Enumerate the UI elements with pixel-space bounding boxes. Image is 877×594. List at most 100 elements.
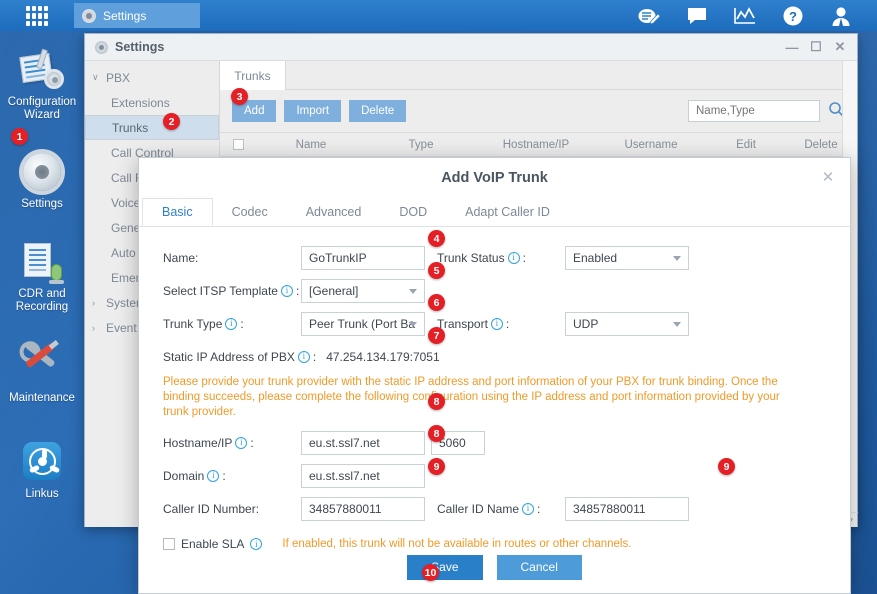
step-badge-9: 9 [718,458,735,475]
static-ip-label: Static IP Address of PBX i: [163,349,317,364]
tab-trunks[interactable]: Trunks [220,61,286,90]
caller-id-number-label: Caller ID Number: [163,501,260,516]
itsp-template-label: Select ITSP Template i: [163,283,300,298]
hostname-input[interactable] [301,430,425,455]
chevron-down-icon [409,288,417,294]
caller-id-name-input[interactable] [565,496,689,521]
tab-basic[interactable]: Basic [142,198,213,226]
dialog-header: Add VoIP Trunk ✕ [139,158,850,198]
transport-select[interactable]: UDP [565,311,689,336]
name-input[interactable] [301,245,425,270]
taskbar-tab-settings[interactable]: Settings [74,3,200,28]
trunk-type-label: Trunk Type i: [163,316,244,331]
dialog-form: Name: Trunk Status i: Enabled Select ITS… [139,227,850,559]
launcher-item-cdr-and-recording[interactable]: CDR and Recording [0,239,84,314]
chevron-down-icon: ∨ [92,72,99,82]
info-icon[interactable]: i [225,317,238,330]
launcher-label: Maintenance [9,392,75,404]
itsp-template-select[interactable]: [General] [301,278,425,303]
transport-value: UDP [573,316,599,331]
step-badge-10: 10 [422,564,439,581]
window-title: Settings [115,40,165,54]
top-bar-icons: ? [637,0,867,31]
tree-item-pbx[interactable]: ∨ PBX [85,65,219,90]
info-icon[interactable]: i [235,436,248,449]
launcher-label: Configuration Wizard [7,96,77,121]
tab-advanced[interactable]: Advanced [287,198,381,226]
dialog-title: Add VoIP Trunk [441,170,548,186]
chat-icon[interactable] [685,4,709,28]
trunk-type-value: Peer Trunk (Port Ba [309,316,416,331]
cdr-recording-icon [19,239,65,285]
column-header-username: Username [624,138,678,151]
select-all-checkbox[interactable] [220,139,256,150]
launcher-item-maintenance[interactable]: Maintenance [0,341,84,405]
launcher-item-configuration-wizard[interactable]: Configuration Wizard [0,47,84,122]
trunk-type-select[interactable]: Peer Trunk (Port Ba [301,311,425,336]
info-icon[interactable]: i [490,317,503,330]
column-header-hostname-ip: Hostname/IP [502,138,570,151]
user-account-icon[interactable] [829,4,853,28]
maximize-button[interactable]: ☐ [805,36,827,58]
name-label: Name: [163,250,199,265]
minimize-button[interactable]: — [781,36,803,58]
trend-chart-icon[interactable] [733,4,757,28]
info-icon[interactable]: i [207,469,220,482]
maintenance-tools-icon [19,341,65,389]
chevron-down-icon [409,321,417,327]
left-launcher: Configuration Wizard Settings CDR and Re… [0,31,84,594]
import-button[interactable]: Import [284,100,342,122]
close-button[interactable]: ✕ [829,36,851,58]
launcher-label: CDR and Recording [15,288,69,313]
launcher-item-settings[interactable]: Settings [0,149,84,211]
tab-dod[interactable]: DOD [380,198,446,226]
configuration-wizard-icon [19,47,65,93]
top-bar: Settings ? [0,0,877,31]
content-toolbar: Add Import Delete [220,90,857,132]
trunk-status-label: Trunk Status i: [437,250,526,265]
domain-input[interactable] [301,463,425,488]
tree-item-trunks[interactable]: Trunks [85,115,219,140]
info-icon[interactable]: i [280,284,293,297]
dialog-tabs: Basic Codec Advanced DOD Adapt Caller ID [139,198,850,227]
itsp-template-value: [General] [309,283,359,298]
launcher-item-linkus[interactable]: Linkus [0,439,84,501]
close-icon[interactable]: ✕ [818,167,838,187]
form-row-caller-id: Caller ID Number: Caller ID Name i: [139,492,850,525]
warning-text: Please provide your trunk provider with … [163,376,780,418]
linkus-icon [19,439,65,485]
trunk-status-select[interactable]: Enabled [565,245,689,270]
app-grid-icon[interactable] [26,6,48,26]
tree-item-label: PBX [106,70,131,85]
form-row-name: Name: Trunk Status i: Enabled [139,241,850,274]
transport-label: Transport i: [437,316,510,331]
caller-id-name-label: Caller ID Name i: [437,501,541,516]
tree-item-label: Extensions [111,95,170,110]
step-badge-3: 3 [231,88,248,105]
info-icon[interactable]: i [522,502,535,515]
chevron-down-icon [673,321,681,327]
chevron-right-icon: › [92,297,95,308]
help-icon[interactable]: ? [781,4,805,28]
search-area [688,100,845,122]
tab-adapt-caller-id[interactable]: Adapt Caller ID [446,198,569,226]
tab-codec[interactable]: Codec [213,198,287,226]
info-icon[interactable]: i [507,251,520,264]
notes-edit-icon[interactable] [637,4,661,28]
cancel-button[interactable]: Cancel [496,554,582,580]
step-badge-2: 2 [163,113,180,130]
launcher-label: Settings [21,198,63,210]
save-button[interactable]: Save [407,554,483,580]
search-input[interactable] [688,100,820,122]
gear-icon [95,40,108,54]
caller-id-number-input[interactable] [301,496,425,521]
step-badge-8: 8 [428,425,445,442]
info-icon[interactable]: i [297,350,310,363]
static-ip-value: 47.254.134.179:7051 [326,349,440,364]
column-header-name: Name [295,138,327,151]
step-badge-7: 7 [428,327,445,344]
tree-item-extensions[interactable]: Extensions [85,90,219,115]
step-badge-5: 5 [428,262,445,279]
delete-button[interactable]: Delete [349,100,407,122]
window-controls: — ☐ ✕ [781,36,857,58]
